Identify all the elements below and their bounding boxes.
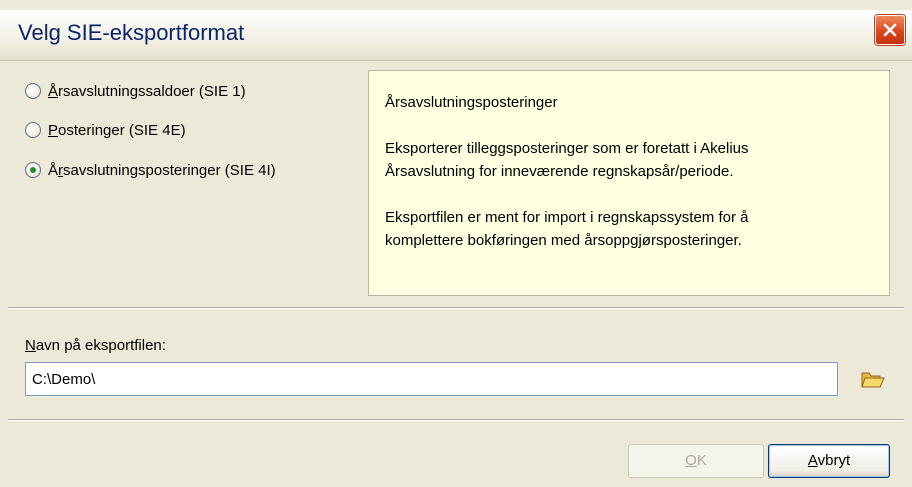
folder-open-icon [860,372,886,395]
browse-folder-button[interactable] [860,367,886,391]
window-title: Velg SIE-eksportformat [18,20,245,45]
description-panel: Årsavslutningsposteringer Eksporterer ti… [368,70,890,296]
radio-button[interactable] [25,122,41,138]
radio-label: Årsavslutningssaldoer (SIE 1) [48,82,246,100]
description-paragraph: Eksportfilen er ment for import i regnsk… [385,209,749,249]
title-bar: Velg SIE-eksportformat [0,10,912,61]
dialog-window: Velg SIE-eksportformat Årsavslutningssal… [0,0,912,487]
close-icon [882,22,898,38]
description-paragraph: Eksporterer tilleggsposteringer som er f… [385,140,749,180]
ok-button[interactable]: OK [628,444,764,478]
radio-button-checked[interactable] [25,162,41,178]
radio-option-sie4i[interactable]: Årsavslutningsposteringer (SIE 4I) [25,160,276,180]
radio-option-sie4e[interactable]: Posteringer (SIE 4E) [25,120,186,140]
divider [8,307,904,309]
radio-option-sie1[interactable]: Årsavslutningssaldoer (SIE 1) [25,81,246,101]
export-file-label: Navn på eksportfilen: [25,337,166,354]
export-file-input[interactable] [25,362,838,396]
description-title: Årsavslutningsposteringer [385,94,558,111]
radio-label: Årsavslutningsposteringer (SIE 4I) [48,161,276,179]
cancel-button[interactable]: Avbryt [768,444,890,478]
radio-button[interactable] [25,83,41,99]
radio-label: Posteringer (SIE 4E) [48,121,186,139]
divider [8,419,904,421]
close-button[interactable] [875,15,905,45]
